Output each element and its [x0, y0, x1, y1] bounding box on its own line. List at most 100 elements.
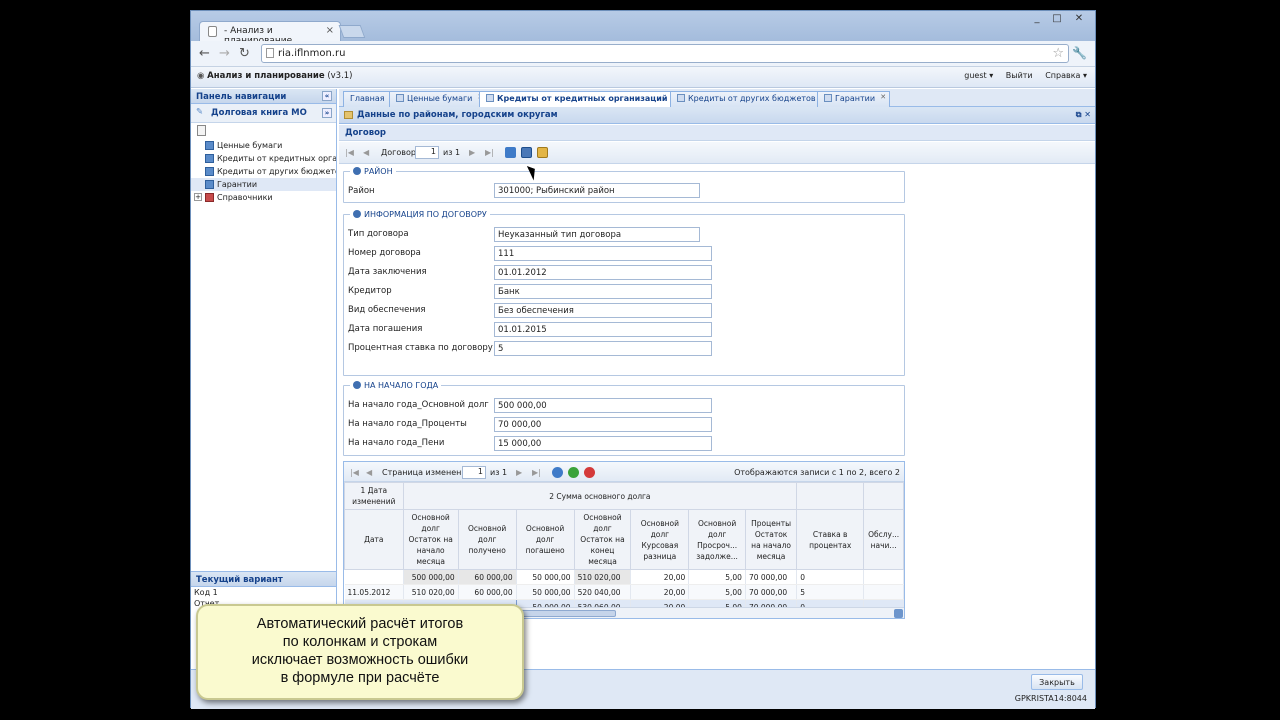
rayon-field[interactable]: 301000; Рыбинский район — [494, 183, 700, 198]
browser-tab[interactable]: - Анализ и планирование × — [199, 21, 341, 46]
column-header[interactable]: Проценты Остаток на начало месяца — [744, 509, 798, 570]
column-header[interactable]: Основной долг Курсовая разница — [630, 509, 690, 570]
folder-icon — [205, 141, 214, 150]
tab-bank-credits[interactable]: Кредиты от кредитных организаций✕ — [479, 91, 683, 108]
refresh-icon[interactable] — [552, 467, 563, 478]
tree-item-guarantees[interactable]: Гарантии — [191, 178, 336, 191]
first-page-icon[interactable]: |◀ — [345, 148, 354, 157]
contract-legend[interactable]: ИНФОРМАЦИЯ ПО ДОГОВОРУ — [350, 210, 490, 219]
close-window-button[interactable]: ✕ — [1069, 13, 1089, 26]
year-start-legend[interactable]: НА НАЧАЛО ГОДА — [350, 381, 441, 390]
interest-field[interactable]: 70 000,00 — [494, 417, 712, 432]
repayment-date-field[interactable]: 01.01.2015 — [494, 322, 712, 337]
field-label: Кредитор — [348, 286, 392, 296]
table-row[interactable]: 11.05.2012 510 020,00 60 000,00 50 000,0… — [344, 584, 904, 600]
browser-tabstrip: - Анализ и планирование × _ □ ✕ — [191, 11, 1095, 46]
new-tab-button[interactable] — [338, 25, 366, 38]
page-input[interactable]: 1 — [415, 146, 439, 159]
group-header: 2 Сумма основного долга — [402, 482, 798, 510]
close-tab-icon[interactable]: × — [326, 25, 334, 36]
first-page-icon[interactable]: |◀ — [350, 468, 359, 477]
rayon-legend[interactable]: РАЙОН — [350, 167, 396, 176]
principal-field[interactable]: 500 000,00 — [494, 398, 712, 413]
rayon-fieldset: РАЙОН Район 301000; Рыбинский район — [343, 167, 905, 203]
penalty-field[interactable]: 15 000,00 — [494, 436, 712, 451]
address-bar[interactable]: ria.iflnmon.ru ☆ — [261, 44, 1069, 63]
app-logo-icon: ◉ — [197, 71, 205, 81]
minimize-button[interactable]: _ — [1027, 13, 1047, 26]
contract-type-field[interactable]: Неуказанный тип договора — [494, 227, 700, 242]
tab-guarantees[interactable]: Гарантии ✕ — [817, 91, 891, 107]
tab-securities[interactable]: Ценные бумаги✕ — [389, 91, 488, 107]
next-page-icon[interactable]: ▶ — [516, 468, 522, 477]
back-arrow-icon[interactable]: ← — [199, 46, 210, 61]
tree-item-budget-credits[interactable]: Кредиты от других бюджетов — [191, 165, 336, 178]
document-icon[interactable] — [197, 125, 206, 136]
collapse-panel-button[interactable]: « — [322, 91, 332, 101]
nav-section-header[interactable]: ✎ Долговая книга МО » — [191, 104, 336, 123]
creditor-field[interactable]: Банк — [494, 284, 712, 299]
wrench-icon[interactable]: 🔧 — [1072, 46, 1087, 60]
security-type-field[interactable]: Без обеспечения — [494, 303, 712, 318]
conclusion-date-field[interactable]: 01.01.2012 — [494, 265, 712, 280]
grid-page-input[interactable]: 1 — [462, 466, 486, 479]
collapse-icon[interactable] — [353, 167, 361, 175]
last-page-icon[interactable]: ▶| — [532, 468, 541, 477]
forward-arrow-icon[interactable]: → — [219, 46, 230, 61]
close-icon[interactable]: ✕ — [1084, 110, 1091, 119]
delete-icon[interactable] — [584, 467, 595, 478]
close-tab-icon[interactable]: ✕ — [880, 93, 886, 101]
user-links: guest ▾ Выйти Справка ▾ — [954, 71, 1087, 80]
section-toggle-button[interactable]: » — [322, 108, 332, 118]
column-header[interactable]: Основной долг погашено — [515, 509, 575, 570]
open-icon[interactable] — [537, 147, 548, 158]
field-label: Процентная ставка по договору — [348, 343, 493, 353]
expand-icon[interactable]: + — [194, 193, 202, 201]
star-icon[interactable]: ☆ — [1052, 46, 1064, 61]
refresh-icon[interactable] — [505, 147, 516, 158]
form-title: Договор — [339, 125, 1095, 141]
scroll-right-icon[interactable] — [894, 609, 903, 618]
column-header[interactable]: Основной долг Остаток на конец месяца — [573, 509, 632, 570]
user-menu[interactable]: guest ▾ — [964, 71, 993, 80]
reload-icon[interactable]: ↻ — [239, 46, 250, 61]
nav-panel-header: Панель навигации « — [191, 89, 336, 104]
column-header[interactable]: Обслу... начи... — [863, 509, 904, 570]
prev-page-icon[interactable]: ◀ — [366, 468, 372, 477]
maximize-button[interactable]: □ — [1047, 13, 1067, 26]
table-row[interactable]: 500 000,00 60 000,00 50 000,00 510 020,0… — [344, 569, 904, 585]
records-info: Отображаются записи с 1 по 2, всего 2 — [734, 468, 900, 477]
tab-budget-credits[interactable]: Кредиты от других бюджетов✕ — [670, 91, 831, 107]
contract-pager: |◀ ◀ Договор 1 из 1 ▶ ▶| — [339, 142, 1095, 164]
current-variant-header: Текущий вариант — [191, 572, 336, 587]
column-header[interactable]: Дата — [344, 509, 404, 570]
collapse-icon[interactable] — [353, 210, 361, 218]
field-label: На начало года_Основной долг — [348, 400, 489, 410]
server-label: GPKRISTA14:8044 — [1014, 694, 1087, 703]
folder-icon — [205, 180, 214, 189]
close-button[interactable]: Закрыть — [1031, 674, 1083, 690]
column-header[interactable]: Основной долг Остаток на начало месяца — [402, 509, 459, 570]
contract-number-field[interactable]: 111 — [494, 246, 712, 261]
restore-icon[interactable]: ⧉ — [1076, 110, 1082, 119]
add-icon[interactable] — [568, 467, 579, 478]
column-header[interactable]: Основной долг получено — [457, 509, 517, 570]
variant-code: Код 1 — [194, 588, 218, 597]
logout-link[interactable]: Выйти — [1006, 71, 1033, 80]
tree-item-references[interactable]: + Справочники — [191, 191, 336, 204]
tree-item-securities[interactable]: Ценные бумаги — [191, 139, 336, 152]
url-text: ria.iflnmon.ru — [278, 48, 346, 59]
collapse-icon[interactable] — [353, 381, 361, 389]
last-page-icon[interactable]: ▶| — [485, 148, 494, 157]
save-icon[interactable] — [521, 147, 532, 158]
prev-page-icon[interactable]: ◀ — [363, 148, 369, 157]
changes-table: 1 Дата изменений 2 Сумма основного долга… — [344, 482, 904, 615]
column-header[interactable]: Ставка в процентах — [796, 509, 865, 570]
tree-item-bank-credits[interactable]: Кредиты от кредитных организаций — [191, 152, 336, 165]
next-page-icon[interactable]: ▶ — [469, 148, 475, 157]
app-header: ◉ Анализ и планирование (v3.1) guest ▾ В… — [191, 67, 1095, 88]
column-header[interactable]: Основной долг Просроч... задолже... — [688, 509, 746, 570]
help-menu[interactable]: Справка ▾ — [1045, 71, 1087, 80]
interest-rate-field[interactable]: 5 — [494, 341, 712, 356]
app-title: ◉ Анализ и планирование (v3.1) — [197, 71, 353, 81]
